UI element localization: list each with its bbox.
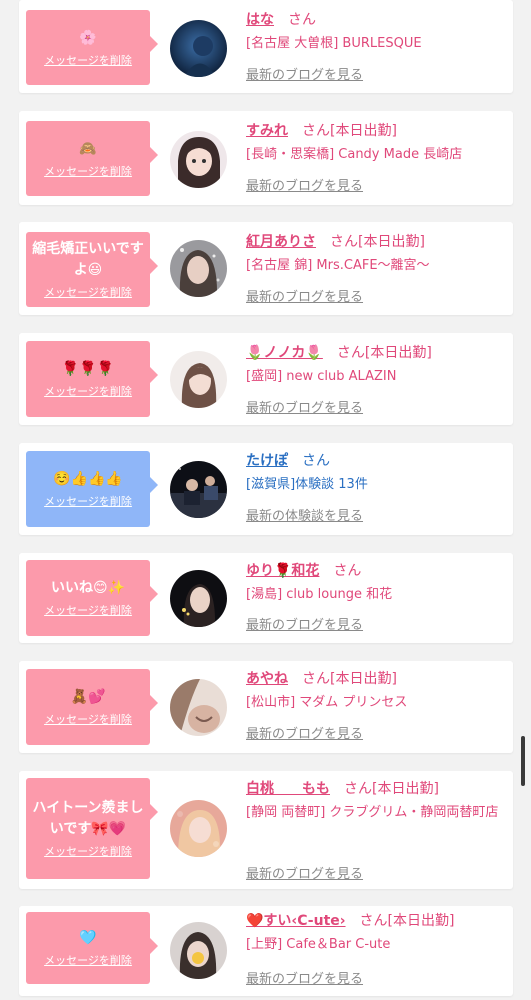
- list-item: ☺️👍👍👍 メッセージを削除 たけぽ さん [滋賀県]体験談 13件 最新の体験談…: [19, 443, 513, 535]
- list-item: 🩵 メッセージを削除 ❤️すい‹C-ute› さん[本日出勤] [上野] Cafe…: [19, 906, 513, 996]
- message-bubble: 🩵 メッセージを削除: [26, 912, 158, 984]
- message-text: いいね😊✨: [50, 580, 126, 596]
- shop-link[interactable]: [長崎・思案橋] Candy Made 長崎店: [246, 145, 507, 165]
- status-badge: [本日出勤]: [330, 671, 397, 687]
- avatar[interactable]: [170, 131, 227, 188]
- message-bubble: 🙈 メッセージを削除: [26, 121, 158, 196]
- status-badge: [本日出勤]: [358, 234, 425, 250]
- shop-link[interactable]: [名古屋 錦] Mrs.CAFE〜離宮〜: [246, 256, 507, 276]
- delete-message-link[interactable]: メッセージを削除: [44, 286, 132, 300]
- delete-message-link[interactable]: メッセージを削除: [44, 165, 132, 179]
- user-name-link[interactable]: すみれ: [246, 123, 288, 139]
- user-name-link[interactable]: あやね: [246, 671, 288, 687]
- shop-link[interactable]: [松山市] マダム プリンセス: [246, 693, 507, 713]
- message-text: 🧸💕: [70, 689, 106, 705]
- honorific: さん: [302, 671, 330, 687]
- message-bubble: 🌸 メッセージを削除: [26, 10, 158, 85]
- latest-blog-link[interactable]: 最新のブログを見る: [246, 866, 363, 884]
- list-item: 縮毛矯正いいですよ😃 メッセージを削除 紅月ありさ さん[本日出勤] [名古屋 錦…: [19, 222, 513, 315]
- message-text: 縮毛矯正いいですよ😃: [32, 241, 144, 278]
- latest-blog-link[interactable]: 最新のブログを見る: [246, 726, 363, 744]
- status-badge: [本日出勤]: [387, 913, 455, 929]
- status-badge: [本日出勤]: [330, 123, 397, 139]
- delete-message-link[interactable]: メッセージを削除: [44, 54, 132, 68]
- user-name-link[interactable]: ❤️すい‹C-ute›: [246, 913, 346, 929]
- latest-blog-link[interactable]: 最新の体験談を見る: [246, 508, 363, 526]
- honorific: さん: [359, 913, 388, 929]
- list-item: 🌹🌹🌹 メッセージを削除 🌷ノノカ🌷 さん[本日出勤] [盛岡] new club…: [19, 333, 513, 425]
- list-item: 🙈 メッセージを削除 すみれ さん[本日出勤] [長崎・思案橋] Candy Ma…: [19, 111, 513, 205]
- delete-message-link[interactable]: メッセージを削除: [44, 495, 132, 509]
- list-item: ハイトーン羨ましいです🎀💗 メッセージを削除 白桃 もも さん[本日出勤] [静岡…: [19, 771, 513, 889]
- message-bubble: 🧸💕 メッセージを削除: [26, 669, 158, 745]
- user-name-link[interactable]: 白桃 もも: [246, 781, 330, 797]
- latest-blog-link[interactable]: 最新のブログを見る: [246, 178, 363, 196]
- message-bubble: いいね😊✨ メッセージを削除: [26, 560, 158, 636]
- avatar[interactable]: [170, 351, 227, 408]
- latest-blog-link[interactable]: 最新のブログを見る: [246, 289, 363, 307]
- status-badge: [本日出勤]: [372, 781, 439, 797]
- avatar[interactable]: [170, 922, 227, 979]
- user-name-link[interactable]: 🌷ノノカ🌷: [246, 345, 323, 361]
- message-text: 🌸: [79, 29, 97, 46]
- message-text: 🙈: [79, 140, 97, 157]
- delete-message-link[interactable]: メッセージを削除: [44, 845, 132, 859]
- user-name-link[interactable]: たけぽ: [246, 453, 288, 469]
- scrollbar[interactable]: [521, 736, 525, 786]
- shop-link[interactable]: [名古屋 大曽根] BURLESQUE: [246, 34, 507, 54]
- latest-blog-link[interactable]: 最新のブログを見る: [246, 617, 363, 635]
- list-item: 🧸💕 メッセージを削除 あやね さん[本日出勤] [松山市] マダム プリンセス …: [19, 661, 513, 753]
- avatar[interactable]: [170, 240, 227, 297]
- shop-link[interactable]: [滋賀県]体験談 13件: [246, 475, 507, 495]
- list-item: 🌸 メッセージを削除 はな さん [名古屋 大曽根] BURLESQUE 最新のブ…: [19, 0, 513, 93]
- user-name-link[interactable]: 紅月ありさ: [246, 234, 316, 250]
- delete-message-link[interactable]: メッセージを削除: [44, 954, 132, 968]
- status-badge: [本日出勤]: [364, 345, 432, 361]
- honorific: さん: [333, 563, 362, 579]
- message-bubble: ☺️👍👍👍 メッセージを削除: [26, 451, 158, 527]
- delete-message-link[interactable]: メッセージを削除: [44, 713, 132, 727]
- honorific: さん: [330, 234, 358, 250]
- delete-message-link[interactable]: メッセージを削除: [44, 385, 132, 399]
- avatar[interactable]: [170, 800, 227, 857]
- list-item: いいね😊✨ メッセージを削除 ゆり🌹和花 さん [湯島] club lounge …: [19, 553, 513, 643]
- avatar[interactable]: [170, 20, 227, 77]
- avatar[interactable]: [170, 570, 227, 627]
- shop-link[interactable]: [上野] Cafe＆Bar C-ute: [246, 935, 507, 955]
- honorific: さん: [344, 781, 372, 797]
- shop-link[interactable]: [静岡 両替町] クラブグリム・静岡両替町店: [246, 803, 508, 823]
- user-name-link[interactable]: ゆり🌹和花: [246, 563, 319, 579]
- shop-link[interactable]: [盛岡] new club ALAZIN: [246, 367, 507, 387]
- honorific: さん: [302, 453, 330, 469]
- message-text: ☺️👍👍👍: [53, 471, 123, 487]
- avatar[interactable]: [170, 461, 227, 518]
- avatar[interactable]: [170, 679, 227, 736]
- delete-message-link[interactable]: メッセージを削除: [44, 604, 132, 618]
- latest-blog-link[interactable]: 最新のブログを見る: [246, 400, 363, 418]
- message-bubble: ハイトーン羨ましいです🎀💗 メッセージを削除: [26, 778, 158, 879]
- message-bubble: 🌹🌹🌹 メッセージを削除: [26, 341, 158, 417]
- latest-blog-link[interactable]: 最新のブログを見る: [246, 67, 363, 85]
- latest-blog-link[interactable]: 最新のブログを見る: [246, 971, 363, 989]
- message-bubble: 縮毛矯正いいですよ😃 メッセージを削除: [26, 232, 158, 307]
- message-text: 🌹🌹🌹: [61, 361, 115, 377]
- message-text: ハイトーン羨ましいです🎀💗: [32, 800, 144, 837]
- honorific: さん: [302, 123, 330, 139]
- user-name-link[interactable]: はな: [246, 12, 274, 28]
- honorific: さん: [288, 12, 316, 28]
- honorific: さん: [336, 345, 365, 361]
- message-text: 🩵: [79, 930, 97, 946]
- shop-link[interactable]: [湯島] club lounge 和花: [246, 585, 507, 605]
